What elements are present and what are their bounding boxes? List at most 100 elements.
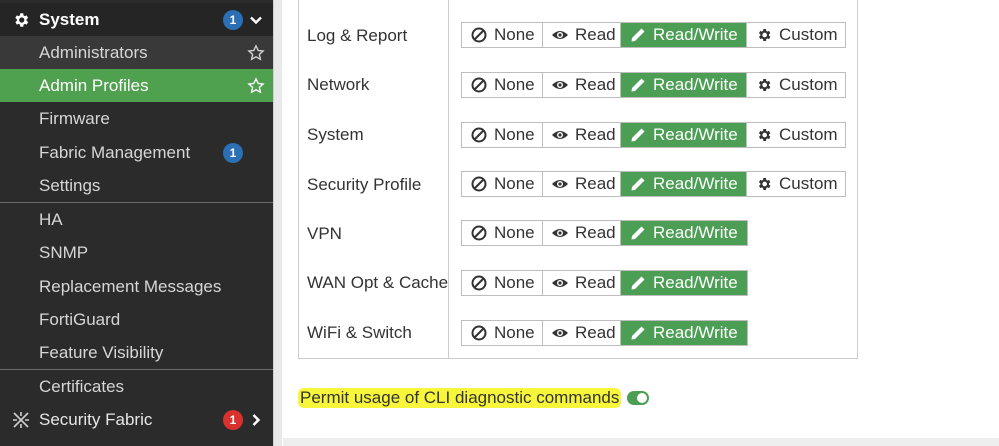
option-read-button[interactable]: Read — [543, 73, 621, 97]
sidebar-item-label: FortiGuard — [39, 309, 121, 329]
sidebar: System 1 Administrators Admin Profiles F… — [0, 0, 273, 446]
star-icon[interactable] — [247, 76, 265, 95]
option-label: Read/Write — [653, 323, 738, 342]
security-fabric-icon — [12, 411, 30, 429]
option-label: Read — [575, 25, 616, 44]
option-label: Read — [575, 223, 616, 242]
sidebar-item-admin-profiles[interactable]: Admin Profiles — [0, 69, 273, 102]
sidebar-item-fortiguard[interactable]: FortiGuard — [0, 303, 273, 336]
sidebar-item-label: Administrators — [39, 42, 148, 62]
sidebar-item-administrators[interactable]: Administrators — [0, 36, 273, 69]
ban-icon — [470, 224, 488, 242]
sidebar-item-label: Certificates — [39, 376, 125, 396]
option-none-button[interactable]: None — [462, 271, 543, 295]
sidebar-section-system[interactable]: System 1 — [0, 3, 273, 36]
option-read-button[interactable]: Read — [543, 172, 621, 196]
option-label: None — [494, 323, 535, 342]
option-none-button[interactable]: None — [462, 172, 543, 196]
sidebar-edge — [273, 0, 282, 446]
pencil-icon — [629, 274, 647, 292]
notification-badge: 1 — [223, 409, 243, 430]
sidebar-section-label: Security Fabric — [39, 409, 153, 429]
notification-badge: 1 — [223, 9, 243, 30]
eye-icon — [551, 175, 569, 193]
option-label: None — [494, 25, 535, 44]
sidebar-item-label: HA — [39, 209, 63, 229]
option-read-button[interactable]: Read — [543, 221, 621, 245]
pencil-icon — [629, 324, 647, 342]
sidebar-item-label: Admin Profiles — [39, 75, 149, 95]
sidebar-item-feature-visibility[interactable]: Feature Visibility — [0, 336, 273, 369]
permission-label: Network — [307, 75, 370, 94]
cli-diagnostic-setting: Permit usage of CLI diagnostic commands — [298, 385, 650, 411]
option-read-write-button[interactable]: Read/Write — [621, 321, 747, 345]
option-custom-button[interactable]: Custom — [747, 73, 845, 97]
option-none-button[interactable]: None — [462, 23, 543, 47]
option-label: Custom — [779, 125, 838, 144]
option-read-write-button[interactable]: Read/Write — [621, 73, 747, 97]
sidebar-item-certificates[interactable]: Certificates — [0, 370, 273, 403]
option-label: Read/Write — [653, 174, 738, 193]
sidebar-item-firmware[interactable]: Firmware — [0, 102, 273, 135]
permission-selector-security-profile: None Read Read/Write Custom — [461, 171, 846, 197]
sidebar-item-label: Feature Visibility — [39, 342, 164, 362]
chevron-right-icon[interactable] — [247, 411, 265, 429]
option-read-write-button[interactable]: Read/Write — [621, 23, 747, 47]
option-read-write-button[interactable]: Read/Write — [621, 123, 747, 147]
cli-diagnostic-toggle[interactable] — [627, 391, 650, 405]
sidebar-item-fabric-management[interactable]: Fabric Management 1 — [0, 136, 273, 169]
option-label: Read — [575, 125, 616, 144]
pencil-icon — [629, 224, 647, 242]
option-label: Read/Write — [653, 25, 738, 44]
option-label: Read — [575, 323, 616, 342]
option-read-write-button[interactable]: Read/Write — [621, 221, 747, 245]
cli-diagnostic-label: Permit usage of CLI diagnostic commands — [298, 388, 622, 408]
option-read-button[interactable]: Read — [543, 271, 621, 295]
option-label: Custom — [779, 75, 838, 94]
sidebar-section-label: System — [39, 9, 100, 29]
option-none-button[interactable]: None — [462, 73, 543, 97]
cog-icon — [755, 26, 773, 44]
sidebar-item-label: Fabric Management — [39, 142, 191, 162]
notification-badge: 1 — [223, 142, 243, 163]
sidebar-item-snmp[interactable]: SNMP — [0, 236, 273, 269]
option-custom-button[interactable]: Custom — [747, 23, 845, 47]
option-read-button[interactable]: Read — [543, 321, 621, 345]
pencil-icon — [629, 175, 647, 193]
option-label: None — [494, 75, 535, 94]
option-label: Read/Write — [653, 75, 738, 94]
option-read-write-button[interactable]: Read/Write — [621, 172, 747, 196]
permission-selector-wan-opt-cache: None Read Read/Write — [461, 270, 748, 296]
cog-icon — [755, 175, 773, 193]
sidebar-item-replacement-messages[interactable]: Replacement Messages — [0, 270, 273, 303]
permission-selector-vpn: None Read Read/Write — [461, 220, 748, 246]
ban-icon — [470, 175, 488, 193]
option-label: Read — [575, 174, 616, 193]
permission-selector-log-report: None Read Read/Write Custom — [461, 22, 846, 48]
option-label: None — [494, 223, 535, 242]
option-custom-button[interactable]: Custom — [747, 172, 845, 196]
option-read-button[interactable]: Read — [543, 123, 621, 147]
eye-icon — [551, 274, 569, 292]
permission-label: VPN — [307, 224, 342, 243]
sidebar-item-label: SNMP — [39, 242, 89, 262]
option-none-button[interactable]: None — [462, 321, 543, 345]
star-icon[interactable] — [247, 43, 265, 62]
sidebar-item-ha[interactable]: HA — [0, 203, 273, 236]
eye-icon — [551, 224, 569, 242]
cog-icon — [755, 126, 773, 144]
option-read-button[interactable]: Read — [543, 23, 621, 47]
pencil-icon — [629, 26, 647, 44]
eye-icon — [551, 76, 569, 94]
ban-icon — [470, 126, 488, 144]
option-custom-button[interactable]: Custom — [747, 123, 845, 147]
option-none-button[interactable]: None — [462, 123, 543, 147]
option-none-button[interactable]: None — [462, 221, 543, 245]
sidebar-section-security-fabric[interactable]: Security Fabric 1 — [0, 403, 273, 436]
option-read-write-button[interactable]: Read/Write — [621, 271, 747, 295]
sidebar-item-settings[interactable]: Settings — [0, 169, 273, 202]
option-label: None — [494, 273, 535, 292]
option-label: None — [494, 174, 535, 193]
chevron-down-icon[interactable] — [247, 11, 265, 29]
eye-icon — [551, 324, 569, 342]
